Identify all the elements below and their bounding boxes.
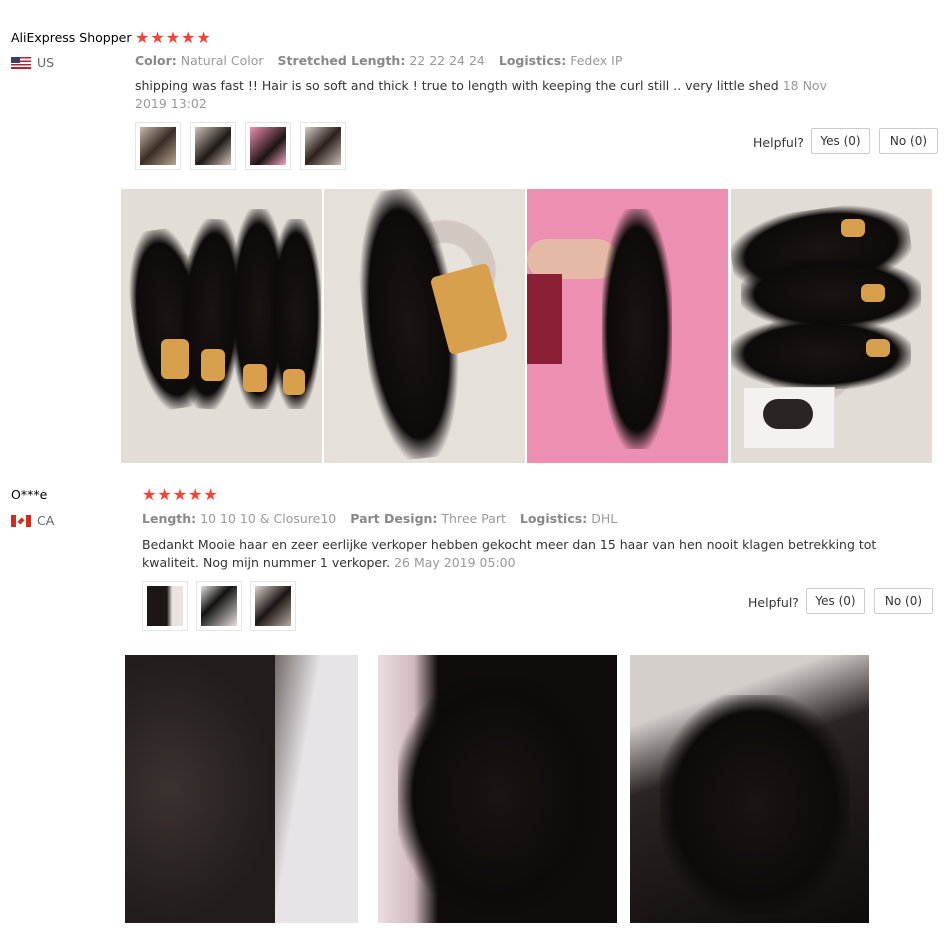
- review-thumbnail[interactable]: [135, 122, 181, 170]
- attr-value: Fedex IP: [570, 53, 623, 68]
- attr-key: Color:: [135, 53, 177, 68]
- star-rating: ★★★★★: [135, 28, 212, 47]
- review-text: shipping was fast !! Hair is so soft and…: [135, 77, 835, 113]
- attr-value: Three Part: [441, 511, 506, 526]
- attr-value: Natural Color: [180, 53, 264, 68]
- star-rating: ★★★★★: [142, 485, 219, 504]
- helpful-label: Helpful?: [753, 135, 804, 150]
- reviewer-country: CA: [11, 513, 54, 528]
- ca-flag-icon: [11, 514, 31, 527]
- attr-key: Length:: [142, 511, 197, 526]
- review-photo[interactable]: [324, 189, 525, 463]
- review-thumbnail[interactable]: [196, 581, 242, 631]
- attr-key: Stretched Length:: [277, 53, 406, 68]
- reviewer-name: O***e: [11, 487, 48, 502]
- review-thumbnail[interactable]: [250, 581, 296, 631]
- attr-value: 22 22 24 24: [409, 53, 485, 68]
- reviewer-country: US: [11, 55, 54, 70]
- review-date: 26 May 2019 05:00: [394, 555, 516, 570]
- review-photo[interactable]: [125, 655, 358, 923]
- review-attributes: Color: Natural Color Stretched Length: 2…: [135, 53, 632, 68]
- review-thumbnail[interactable]: [142, 581, 188, 631]
- helpful-yes-button[interactable]: Yes (0): [811, 128, 870, 154]
- helpful-label: Helpful?: [748, 595, 799, 610]
- country-code: US: [37, 55, 55, 70]
- us-flag-icon: [11, 56, 31, 69]
- helpful-yes-button[interactable]: Yes (0): [806, 588, 865, 614]
- attr-value: 10 10 10 & Closure10: [200, 511, 337, 526]
- helpful-no-button[interactable]: No (0): [874, 588, 933, 614]
- attr-key: Logistics:: [519, 511, 588, 526]
- review-thumbnail[interactable]: [190, 122, 236, 170]
- review-text: Bedankt Mooie haar en zeer eerlijke verk…: [142, 536, 902, 572]
- reviewer-name: AliExpress Shopper: [11, 30, 132, 45]
- review-thumbnail[interactable]: [300, 122, 346, 170]
- attr-key: Logistics:: [498, 53, 567, 68]
- review-attributes: Length: 10 10 10 & Closure10 Part Design…: [142, 511, 627, 526]
- attr-value: DHL: [591, 511, 618, 526]
- helpful-no-button[interactable]: No (0): [879, 128, 938, 154]
- attr-key: Part Design:: [350, 511, 438, 526]
- review-body: shipping was fast !! Hair is so soft and…: [135, 78, 779, 93]
- review-photo[interactable]: [121, 189, 322, 463]
- review-photo[interactable]: [527, 189, 728, 463]
- review-photo[interactable]: [378, 655, 617, 923]
- review-photo[interactable]: [630, 655, 869, 923]
- review-photo[interactable]: [731, 189, 932, 463]
- country-code: CA: [37, 513, 55, 528]
- review-thumbnail[interactable]: [245, 122, 291, 170]
